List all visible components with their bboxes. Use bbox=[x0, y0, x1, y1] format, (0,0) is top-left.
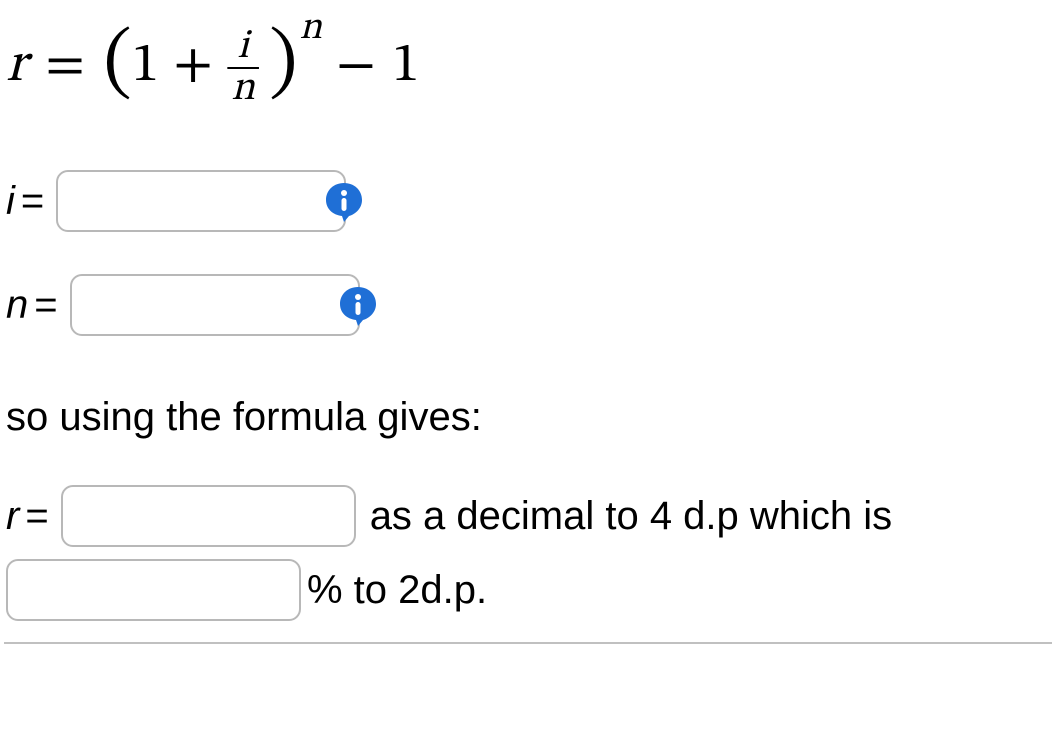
input-r-decimal[interactable] bbox=[61, 485, 356, 547]
result-trail-text: as a decimal to 4 d.p which is bbox=[370, 482, 892, 550]
formula-display: r = ( 1 + i n ) n − 1 bbox=[6, 0, 1060, 126]
row-i: i = bbox=[6, 170, 1050, 232]
label-n: n = bbox=[6, 278, 58, 332]
divider bbox=[4, 642, 1052, 644]
input-n[interactable] bbox=[70, 274, 360, 336]
formula-exponent: n bbox=[300, 4, 322, 55]
label-i: i = bbox=[6, 174, 44, 228]
input-r-percent[interactable] bbox=[6, 559, 301, 621]
label-r: r = bbox=[6, 482, 49, 550]
info-icon[interactable] bbox=[336, 284, 380, 328]
formula-equals: = bbox=[45, 30, 85, 103]
info-icon[interactable] bbox=[322, 180, 366, 224]
percent-unit-text: % to 2d.p. bbox=[307, 556, 487, 624]
result-block: r = as a decimal to 4 d.p which is % to … bbox=[6, 480, 1050, 624]
formula-fraction: i n bbox=[227, 27, 259, 109]
formula-fraction-num: i bbox=[233, 27, 253, 67]
formula-plus: + bbox=[173, 30, 213, 103]
formula-one: 1 bbox=[132, 30, 159, 103]
prompt-text: so using the formula gives: bbox=[6, 390, 1050, 444]
row-n: n = bbox=[6, 274, 1050, 336]
input-i[interactable] bbox=[56, 170, 346, 232]
formula-r: r bbox=[6, 30, 27, 103]
formula-trailing-one: 1 bbox=[392, 30, 419, 103]
formula-minus: − bbox=[336, 30, 376, 103]
formula-fraction-den: n bbox=[227, 69, 259, 109]
